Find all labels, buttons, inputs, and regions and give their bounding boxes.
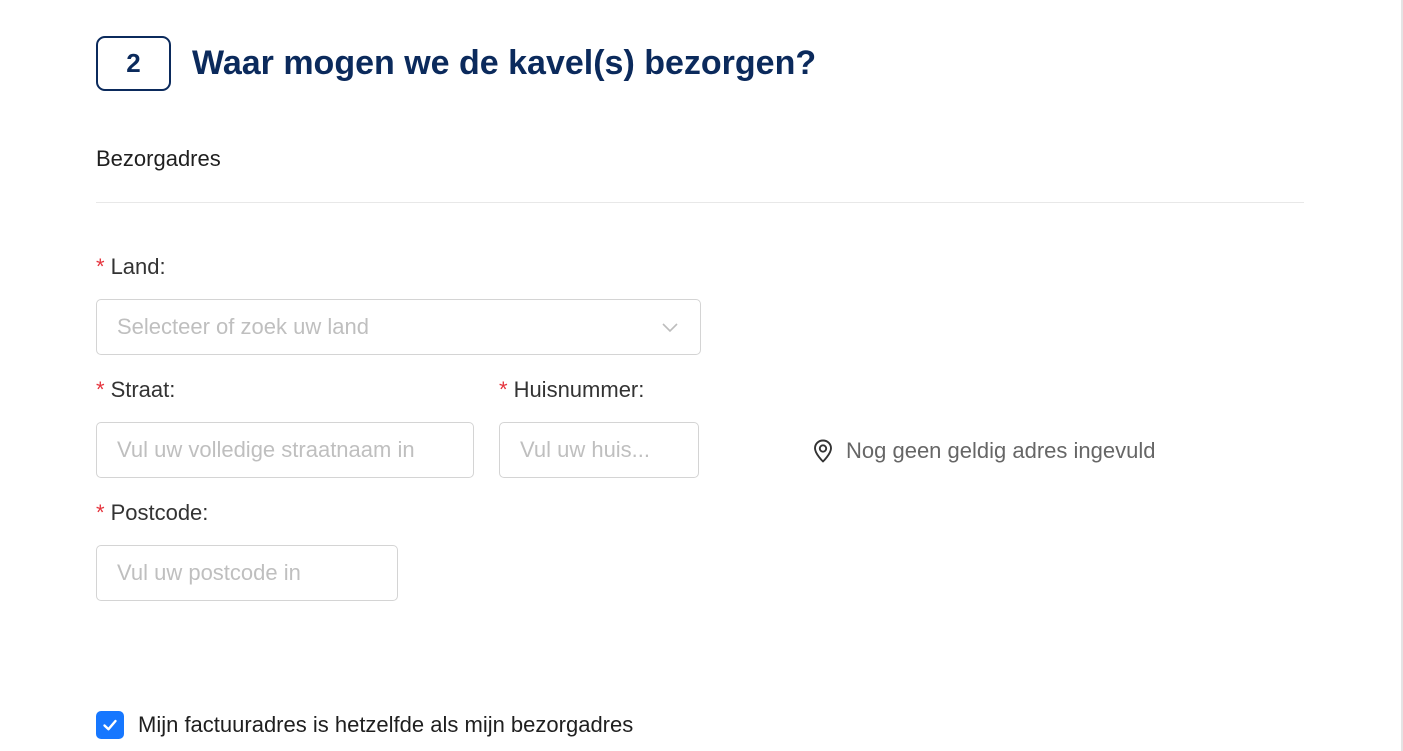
country-select[interactable]: Selecteer of zoek uw land	[96, 299, 701, 355]
required-marker: *	[96, 500, 105, 525]
postcode-field	[96, 545, 398, 601]
house-number-input[interactable]	[520, 437, 678, 463]
step-header: 2 Waar mogen we de kavel(s) bezorgen?	[96, 36, 816, 91]
postcode-label-text: Postcode:	[110, 500, 209, 525]
country-label-text: Land:	[110, 254, 166, 279]
street-input[interactable]	[117, 437, 453, 463]
house-number-field	[499, 422, 699, 478]
required-marker: *	[96, 254, 105, 279]
delivery-address-form: 2 Waar mogen we de kavel(s) bezorgen? Be…	[0, 0, 1403, 751]
page-title: Waar mogen we de kavel(s) bezorgen?	[192, 44, 817, 82]
country-label: * Land:	[96, 254, 166, 280]
required-marker: *	[96, 377, 105, 402]
address-status-text: Nog geen geldig adres ingevuld	[846, 438, 1156, 463]
street-label: * Straat:	[96, 377, 175, 403]
billing-same-option[interactable]: Mijn factuuradres is hetzelfde als mijn …	[96, 711, 633, 739]
section-divider	[96, 202, 1304, 203]
street-field	[96, 422, 474, 478]
step-number-badge: 2	[96, 36, 171, 91]
section-label: Bezorgadres	[96, 146, 221, 171]
country-select-placeholder: Selecteer of zoek uw land	[117, 314, 369, 339]
billing-same-checkbox[interactable]	[96, 711, 124, 739]
house-number-label: * Huisnummer:	[499, 377, 644, 403]
address-status: Nog geen geldig adres ingevuld	[810, 438, 1155, 464]
checkmark-icon	[103, 719, 117, 731]
billing-same-label: Mijn factuuradres is hetzelfde als mijn …	[138, 712, 634, 737]
chevron-down-icon	[662, 323, 678, 333]
postcode-input[interactable]	[117, 560, 377, 586]
street-label-text: Straat:	[110, 377, 176, 402]
location-pin-icon	[814, 439, 832, 463]
postcode-label: * Postcode:	[96, 500, 208, 526]
house-number-label-text: Huisnummer:	[513, 377, 645, 402]
required-marker: *	[499, 377, 508, 402]
